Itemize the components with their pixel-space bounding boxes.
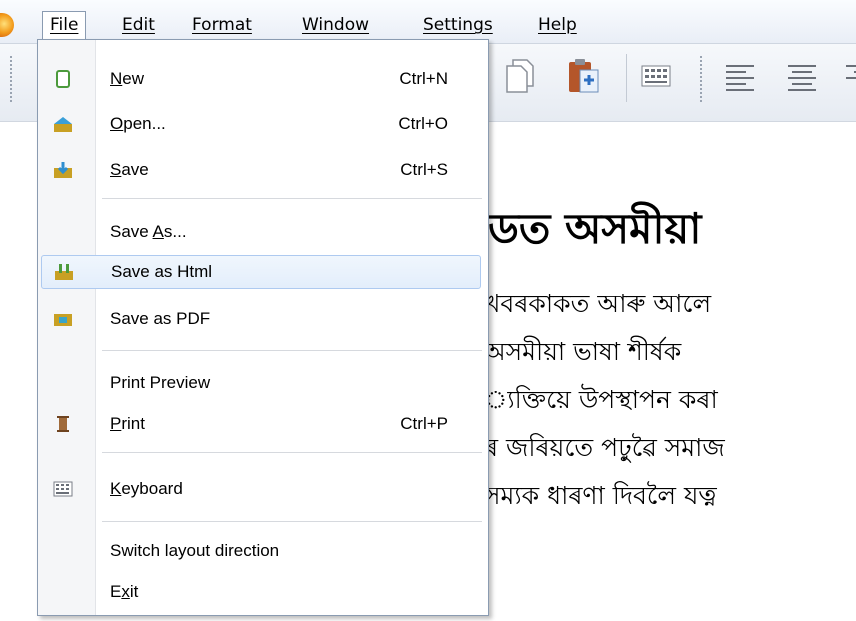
menu-item-label-rest: Save (110, 222, 153, 241)
menu-item-switch-layout-direction[interactable]: Switch layout direction (38, 534, 488, 568)
align-right-icon[interactable] (842, 56, 856, 96)
menu-separator (102, 452, 482, 453)
save-as-pdf-icon (53, 309, 73, 329)
accelerator-char: x (121, 582, 130, 601)
document-line: খবৰকাকত আৰু আলে (484, 289, 712, 318)
menu-item-label-rest: ew (122, 69, 145, 88)
document-line: অসমীয়া ভাষা শীৰ্ষক (484, 337, 682, 366)
menu-item-shortcut: Ctrl+P (400, 414, 448, 433)
accelerator-char: O (110, 114, 124, 133)
menu-item-new[interactable]: New Ctrl+N (38, 62, 488, 96)
menu-item-save-as-pdf[interactable]: Save as PDF (38, 302, 488, 336)
menu-separator (102, 198, 482, 199)
save-icon (53, 160, 73, 180)
menu-item-label: Open... (110, 107, 166, 141)
menu-item-shortcut: Ctrl+O (398, 114, 448, 133)
accelerator-char: A (152, 222, 164, 241)
menu-item-save-as-html[interactable]: Save as Html (41, 255, 481, 289)
menu-item-label-rest: rint (121, 414, 145, 433)
menu-separator (102, 521, 482, 522)
menu-item-shortcut: Ctrl+S (400, 160, 448, 179)
menu-item-label: Save as PDF (110, 309, 211, 328)
keyboard-icon (53, 479, 73, 499)
align-center-icon[interactable] (784, 56, 820, 96)
accelerator-char: N (110, 69, 123, 88)
open-folder-icon (53, 114, 73, 134)
menu-separator (102, 350, 482, 351)
app-logo-icon[interactable] (0, 13, 14, 37)
menu-item-label-rest: s... (163, 222, 187, 241)
menu-item-label-rest: it (129, 582, 139, 601)
menu-item-label-rest: E (110, 582, 122, 601)
menu-item-open[interactable]: Open... Ctrl+O (38, 107, 488, 141)
paste-icon[interactable] (566, 56, 602, 96)
menu-bar: File Edit Format Window Settings Help (0, 0, 856, 44)
menu-format[interactable]: Format (185, 11, 259, 39)
menu-item-label: Switch layout direction (110, 541, 280, 560)
align-left-icon[interactable] (722, 56, 758, 96)
toolbar-separator (626, 54, 627, 102)
menu-item-print-preview[interactable]: Print Preview (38, 366, 488, 400)
menu-item-keyboard[interactable]: Keyboard (38, 472, 488, 506)
menu-item-label: Save As... (110, 215, 187, 249)
menu-item-label: Print Preview (110, 373, 211, 392)
accelerator-char: S (110, 160, 122, 179)
menu-item-label-rest: eyboard (121, 479, 183, 498)
menu-item-label: Print (110, 407, 145, 441)
menu-item-label: Save (110, 153, 149, 187)
menu-settings[interactable]: Settings (416, 11, 500, 39)
accelerator-char: P (110, 414, 122, 433)
menu-item-label: Save as Html (111, 262, 213, 281)
menu-item-label: Keyboard (110, 472, 183, 506)
menu-item-save-as[interactable]: Save As... (38, 215, 488, 249)
menu-edit[interactable]: Edit (115, 11, 162, 39)
print-scroll-icon (53, 414, 73, 434)
accelerator-char: K (110, 479, 122, 498)
menu-item-label: Exit (110, 575, 138, 609)
keyboard-icon[interactable] (638, 56, 674, 96)
menu-window[interactable]: Window (295, 11, 376, 39)
menu-help[interactable]: Help (531, 11, 584, 39)
save-as-html-icon (54, 262, 74, 282)
menu-item-label-rest: pen... (123, 114, 166, 133)
document-line: ৰ জৰিয়তে পঢ়ুৱৈ সমাজ (484, 433, 725, 462)
document-heading: ডত অসমীয়া (488, 204, 702, 253)
menu-item-print[interactable]: Print Ctrl+P (38, 407, 488, 441)
menu-file[interactable]: File (42, 11, 87, 39)
toolbar-grip-handle[interactable] (700, 56, 702, 102)
copy-icon[interactable] (503, 56, 539, 96)
menu-item-shortcut: Ctrl+N (399, 69, 448, 88)
file-menu-dropdown: New Ctrl+N Open... Ctrl+O Save Ctrl+S Sa… (37, 39, 489, 616)
menu-item-exit[interactable]: Exit (38, 575, 488, 609)
document-line: ্যক্তিয়ে উপস্থাপন কৰা (484, 385, 718, 414)
toolbar-grip-handle[interactable] (10, 56, 12, 102)
new-document-icon (53, 69, 73, 89)
menu-item-label-rest: ave (121, 160, 149, 179)
menu-item-label: New (110, 62, 144, 96)
document-line: সম্যক ধাৰণা দিবলৈ যত্ন (484, 481, 717, 510)
menu-item-save[interactable]: Save Ctrl+S (38, 153, 488, 187)
